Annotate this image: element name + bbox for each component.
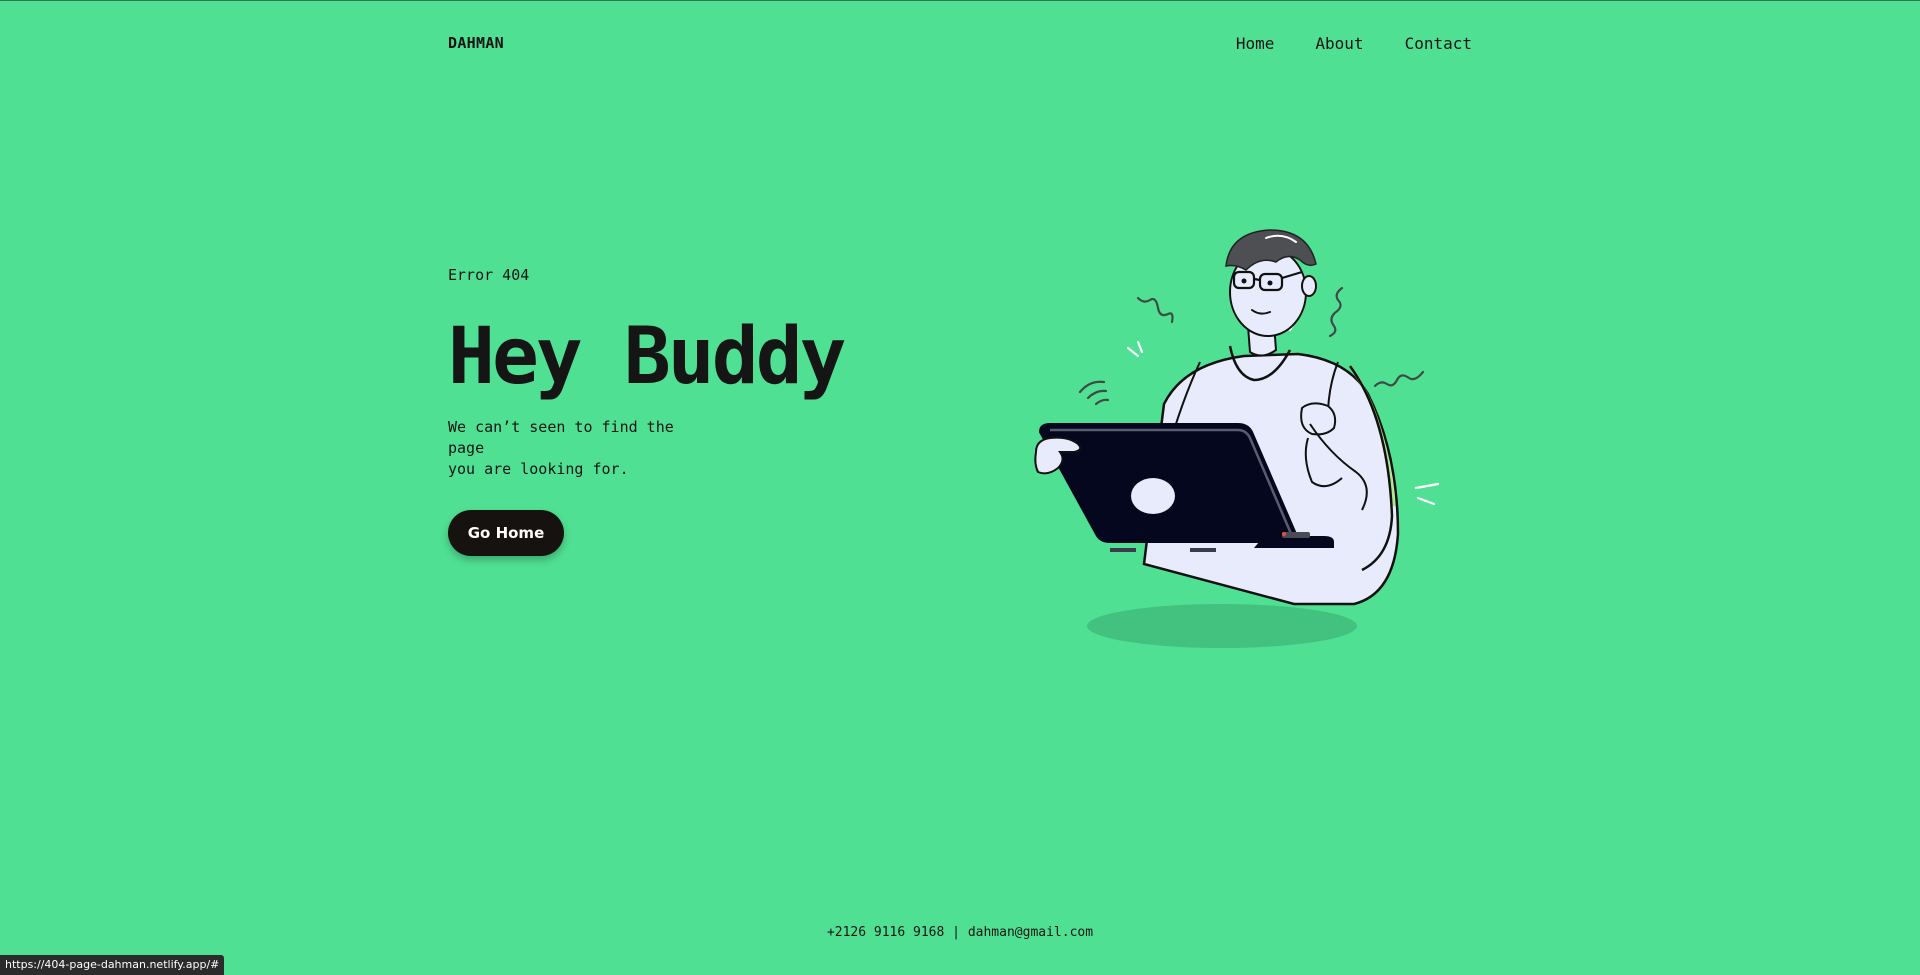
brand-logo[interactable]: DAHMAN bbox=[448, 34, 504, 52]
error-message-line-2: you are looking for. bbox=[448, 460, 629, 478]
laptop-logo bbox=[1131, 478, 1175, 514]
footer-contact: +2126 9116 9168 | dahman@gmail.com bbox=[0, 925, 1920, 940]
status-bar-url: https://404-page-dahman.netlify.app/# bbox=[0, 955, 225, 975]
nav-links: Home About Contact bbox=[1236, 34, 1472, 53]
shadow-ellipse bbox=[1087, 604, 1357, 648]
man-with-laptop-svg bbox=[1034, 229, 1440, 648]
page-title: Hey Buddy bbox=[448, 312, 847, 402]
nav-link-contact[interactable]: Contact bbox=[1405, 34, 1472, 53]
footer-separator: | bbox=[952, 925, 960, 940]
top-nav: DAHMAN Home About Contact bbox=[448, 31, 1472, 55]
error-code-label: Error 404 bbox=[448, 266, 530, 284]
footer-phone: +2126 9116 9168 bbox=[826, 925, 945, 940]
person-illustration bbox=[1030, 216, 1450, 656]
footer-email: dahman@gmail.com bbox=[967, 925, 1094, 940]
hero-section: Error 404 Hey Buddy We can’t seen to fin… bbox=[448, 265, 928, 556]
go-home-button[interactable]: Go Home bbox=[448, 510, 564, 556]
error-message-line-1: We can’t seen to find the page bbox=[448, 418, 674, 457]
nav-link-about[interactable]: About bbox=[1315, 34, 1363, 53]
nav-link-home[interactable]: Home bbox=[1236, 34, 1275, 53]
error-message: We can’t seen to find the page you are l… bbox=[448, 417, 708, 480]
